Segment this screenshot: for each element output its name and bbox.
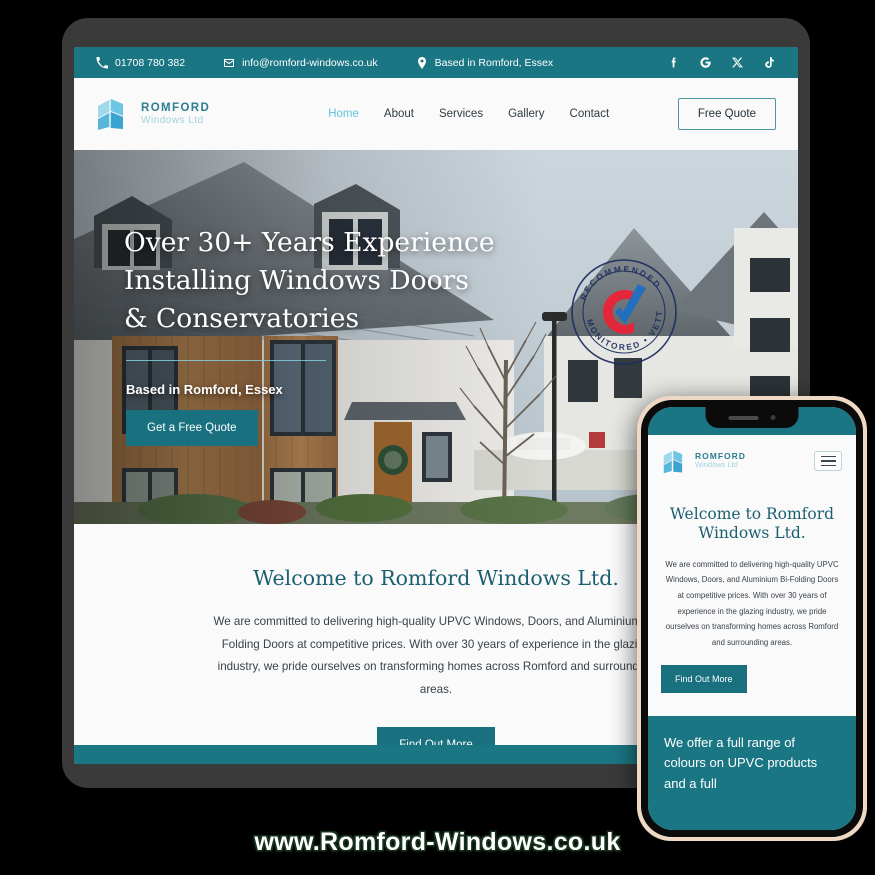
free-quote-button[interactable]: Free Quote [677, 98, 776, 130]
hamburger-menu-icon[interactable] [814, 451, 842, 471]
hamburger-bar [820, 464, 836, 467]
hero-divider [126, 359, 326, 362]
phone-notch [705, 407, 799, 428]
hamburger-bar [820, 455, 836, 458]
nav-item-contact[interactable]: Contact [570, 108, 610, 120]
email-address: info@romford-windows.co.uk [242, 56, 378, 69]
phone-bezel: ROMFORD Windows Ltd Welcome to Romford W… [641, 400, 863, 837]
website-url-caption: www.Romford-Windows.co.uk [254, 828, 621, 856]
hamburger-bar [820, 460, 836, 462]
main-navigation: Home About Services Gallery Contact [328, 108, 609, 120]
mobile-window-pane-logo-icon[interactable] [662, 449, 689, 474]
window-pane-logo-icon [96, 97, 132, 131]
mobile-teal-text: We offer a full range of colours on UPVC… [664, 735, 818, 791]
mobile-teal-section: We offer a full range of colours on UPVC… [648, 716, 856, 830]
hero-get-free-quote-button[interactable]: Get a Free Quote [126, 410, 258, 447]
social-links [667, 56, 776, 69]
nav-item-about[interactable]: About [384, 108, 414, 120]
hero-content: Over 30+ Years Experience Installing Win… [74, 150, 798, 447]
nav-item-gallery[interactable]: Gallery [508, 108, 544, 120]
site-header: ROMFORD Windows Ltd Home About Services … [74, 78, 798, 150]
mobile-find-out-more-button[interactable]: Find Out More [661, 665, 747, 694]
location-contact: Based in Romford, Essex [416, 56, 554, 69]
top-contact-bar: 01708 780 382 info@romford-windows.co.uk… [74, 47, 798, 78]
nav-item-home[interactable]: Home [328, 108, 359, 120]
mobile-welcome-section: Welcome to Romford Windows Ltd. We are c… [648, 487, 856, 651]
mobile-logo-text: ROMFORD Windows Ltd [695, 452, 746, 470]
email-contact[interactable]: info@romford-windows.co.uk [223, 57, 378, 69]
mobile-welcome-body: We are committed to delivering high-qual… [665, 559, 839, 647]
hero-heading: Over 30+ Years Experience Installing Win… [124, 224, 798, 338]
logo-text: ROMFORD Windows Ltd [141, 102, 210, 125]
front-camera-icon [770, 415, 776, 420]
brand-name: ROMFORD [141, 102, 211, 115]
hero-heading-line-2: Installing Windows Doors [124, 264, 469, 296]
phone-device-frame: ROMFORD Windows Ltd Welcome to Romford W… [637, 396, 867, 841]
earpiece-speaker-icon [728, 415, 759, 420]
phone-number: 01708 780 382 [115, 56, 186, 69]
location-text: Based in Romford, Essex [434, 56, 554, 69]
welcome-body: We are committed to delivering high-qual… [213, 615, 659, 696]
mobile-brand-tagline: Windows Ltd [695, 460, 738, 470]
phone-contact[interactable]: 01708 780 382 [96, 56, 186, 69]
brand-tagline: Windows Ltd [141, 114, 204, 126]
mobile-welcome-heading: Welcome to Romford Windows Ltd. [669, 505, 835, 543]
hero-heading-line-3: & Conservatories [124, 302, 360, 334]
hero-heading-line-1: Over 30+ Years Experience [124, 227, 495, 258]
nav-item-services[interactable]: Services [439, 108, 483, 120]
screenshot-stage: 01708 780 382 info@romford-windows.co.uk… [0, 0, 875, 875]
phone-screen: ROMFORD Windows Ltd Welcome to Romford W… [648, 407, 856, 830]
site-logo[interactable]: ROMFORD Windows Ltd [96, 97, 210, 131]
hero-subtitle: Based in Romford, Essex [126, 382, 283, 398]
checkatrade-trust-badge: RECOMMENDED MONITORED • VETTED [566, 250, 678, 366]
google-icon[interactable] [699, 56, 712, 69]
tiktok-icon[interactable] [763, 56, 776, 69]
x-twitter-icon[interactable] [731, 56, 744, 69]
phone-icon [96, 56, 108, 69]
envelope-icon [223, 57, 235, 69]
facebook-icon[interactable] [667, 56, 680, 69]
location-pin-icon [416, 56, 428, 69]
